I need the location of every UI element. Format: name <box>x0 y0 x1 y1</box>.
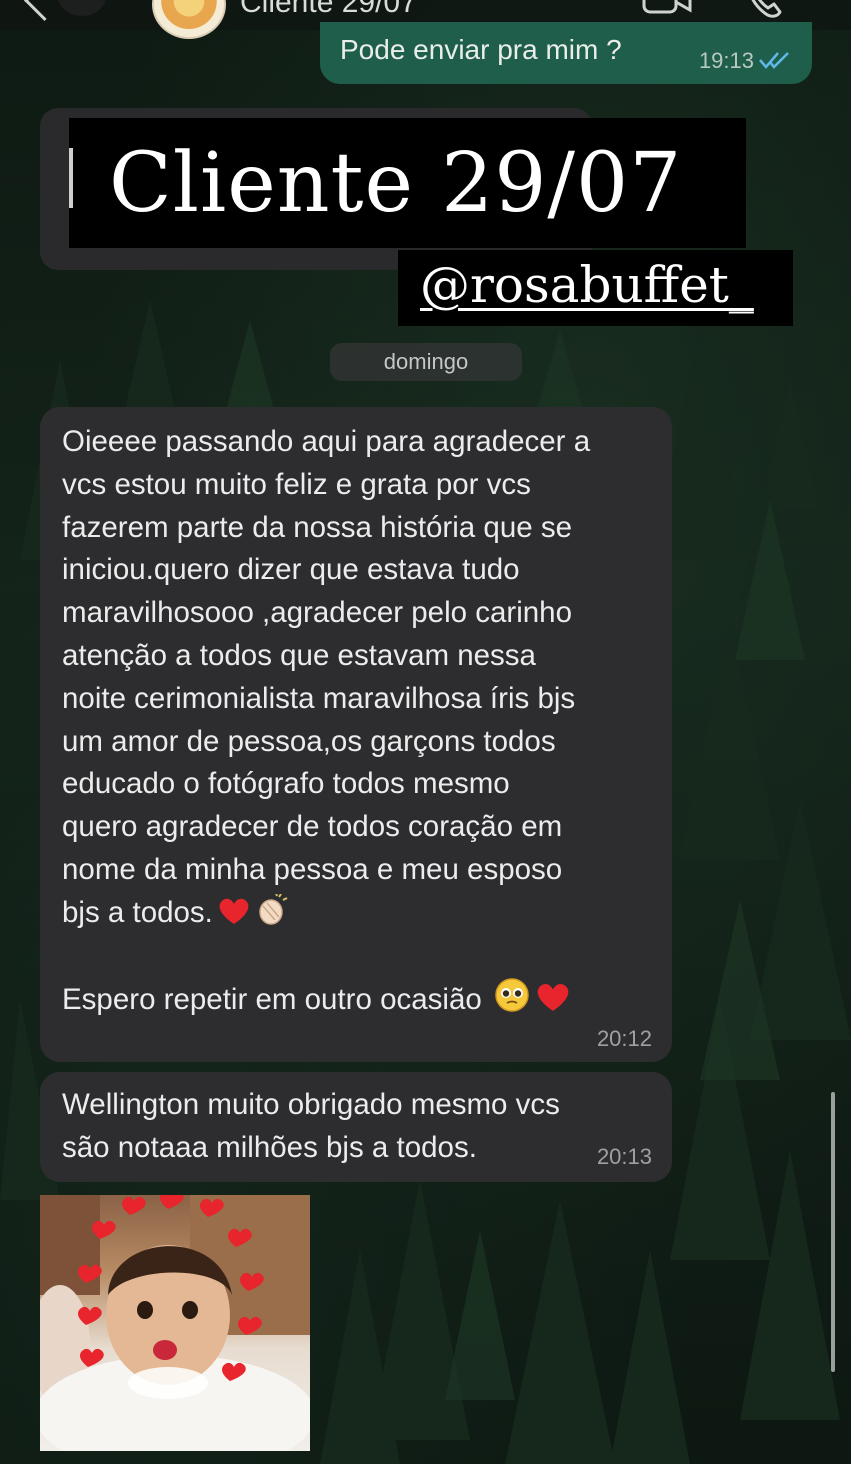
text-cursor <box>69 148 73 208</box>
outgoing-message-time: 19:13 <box>698 48 754 73</box>
message-body: Wellington muito obrigado mesmo vcs são … <box>62 1084 602 1169</box>
message-line: iniciou.quero dizer que estava tudo <box>62 553 520 587</box>
incoming-message-bubble[interactable]: Wellington muito obrigado mesmo vcs são … <box>40 1072 672 1182</box>
red-heart-icon <box>537 984 569 1012</box>
message-line: um amor de pessoa,os garçons todos <box>62 724 556 758</box>
clapping-hands-icon <box>259 893 288 925</box>
message-line: bjs a todos. <box>62 895 213 929</box>
message-line: fazerem parte da nossa história que se <box>62 510 572 544</box>
message-time: 20:12 <box>596 1026 652 1051</box>
story-handle-banner: @rosabuffet_ <box>398 250 793 326</box>
message-line: educado o fotógrafo todos mesmo <box>62 767 510 801</box>
outgoing-message-text: Pode enviar pra mim ? <box>340 34 622 65</box>
message-line: atenção a todos que estavam nessa <box>62 638 536 672</box>
red-heart-icon <box>219 898 249 924</box>
message-line: vcs estou muito feliz e grata por vcs <box>62 467 531 501</box>
message-line-with-emoji: Espero repetir em outro ocasião <box>62 977 662 1022</box>
message-line: Espero repetir em outro ocasião <box>62 983 482 1017</box>
scrollbar[interactable] <box>831 1092 835 1372</box>
message-line: quero agradecer de todos coração em <box>62 810 563 844</box>
phone-call-icon[interactable] <box>744 0 784 20</box>
message-body: Oieeee passando aqui para agradecer a vc… <box>62 421 662 1022</box>
message-line: Wellington muito obrigado mesmo vcs <box>62 1088 560 1121</box>
message-line: maravilhosooo ,agradecer pelo carinho <box>62 596 572 630</box>
photo-message-baby-with-hearts[interactable] <box>40 1195 310 1451</box>
profile-avatar-icon[interactable] <box>58 0 106 16</box>
message-line-with-emoji: bjs a todos. <box>62 892 662 935</box>
message-line: Oieeee passando aqui para agradecer a <box>62 425 591 458</box>
story-title-banner: Cliente 29/07 <box>69 118 746 248</box>
message-time: 20:13 <box>596 1144 652 1169</box>
story-title: Cliente 29/07 <box>109 136 683 231</box>
outgoing-message-bubble[interactable]: Pode enviar pra mim ? 19:13 <box>320 22 812 84</box>
message-line: são notaaa milhões bjs a todos. <box>62 1130 477 1164</box>
video-call-icon[interactable] <box>642 0 692 18</box>
baby-photo-illustration <box>40 1195 310 1451</box>
contact-name[interactable]: Cliente 29/07 <box>240 0 417 20</box>
message-line: nome da minha pessoa e meu esposo <box>62 852 563 886</box>
incoming-message-bubble[interactable]: Oieeee passando aqui para agradecer a vc… <box>40 407 672 1062</box>
instagram-handle[interactable]: @rosabuffet_ <box>420 256 754 314</box>
read-double-check-icon <box>759 52 789 69</box>
pleading-face-icon <box>495 978 529 1013</box>
message-line: noite cerimonialista maravilhosa íris bj… <box>62 681 576 715</box>
date-separator: domingo <box>330 343 522 381</box>
